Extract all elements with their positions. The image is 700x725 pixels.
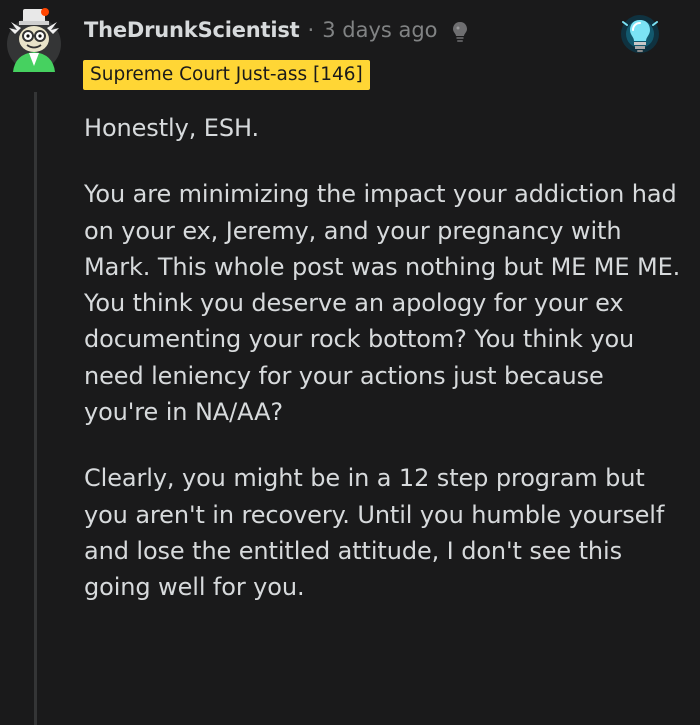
glowing-lightbulb-award-icon[interactable]	[620, 14, 660, 62]
timestamp[interactable]: 3 days ago	[322, 18, 437, 42]
user-flair: Supreme Court Just-ass [146]	[83, 60, 370, 90]
separator-dot: ·	[307, 18, 315, 42]
comment: TheDrunkScientist · 3 days ago Supreme C…	[0, 0, 700, 725]
comment-header: TheDrunkScientist · 3 days ago	[84, 14, 470, 46]
username[interactable]: TheDrunkScientist	[84, 18, 300, 42]
avatar[interactable]	[5, 6, 63, 72]
thread-collapse-line[interactable]	[34, 92, 37, 725]
comment-paragraph: Honestly, ESH.	[84, 114, 260, 142]
comment-paragraph: You are minimizing the impact your addic…	[84, 180, 681, 427]
lightbulb-icon	[452, 22, 467, 42]
comment-body: Honestly, ESH. You are minimizing the im…	[84, 110, 684, 636]
comment-paragraph: Clearly, you might be in a 12 step progr…	[84, 464, 665, 602]
